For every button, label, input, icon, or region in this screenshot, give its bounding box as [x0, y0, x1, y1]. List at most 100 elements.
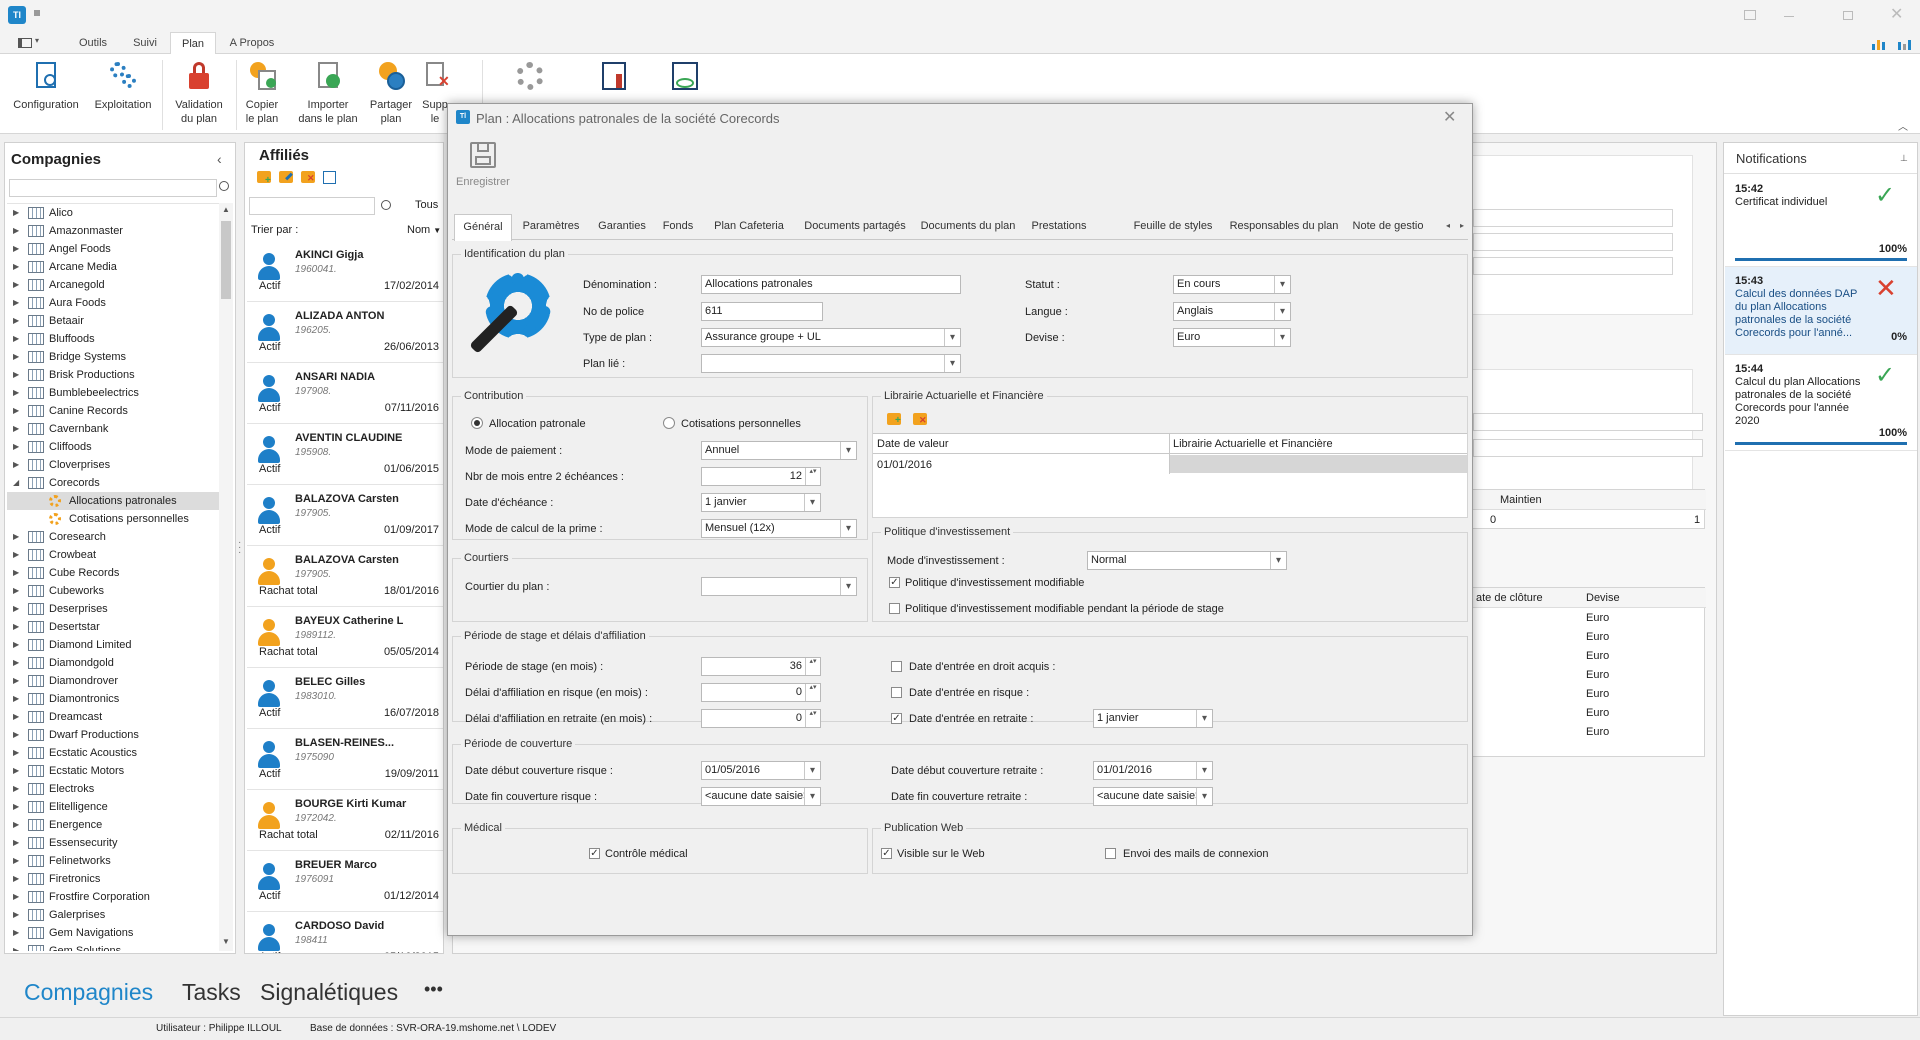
visible-web-checkbox[interactable]: ✓: [881, 848, 892, 859]
chevron-right-icon[interactable]: ▶: [13, 798, 21, 816]
close-button[interactable]: ✕: [1890, 4, 1903, 24]
tab-documents-du-plan[interactable]: Documents du plan: [918, 214, 1018, 239]
configuration-button[interactable]: Configuration: [6, 60, 86, 112]
tab-plan[interactable]: Plan: [170, 32, 216, 54]
delai-risque-stepper[interactable]: 0: [701, 683, 821, 702]
chevron-right-icon[interactable]: ▶: [13, 600, 21, 618]
nav-tasks[interactable]: Tasks: [182, 979, 241, 1006]
tab-responsables[interactable]: Responsables du plan: [1228, 214, 1340, 239]
affilie-card[interactable]: AKINCI Gigja 1960041. Actif 17/02/2014: [247, 241, 443, 302]
entree-risque-checkbox[interactable]: [891, 687, 902, 698]
add-affilie-icon[interactable]: +: [257, 171, 271, 186]
delai-retraite-stepper[interactable]: 0: [701, 709, 821, 728]
chevron-right-icon[interactable]: ▶: [13, 924, 21, 942]
tree-company-item[interactable]: ▶ Energence: [7, 816, 219, 834]
tree-company-item[interactable]: ▶ Bumblebeelectrics: [7, 384, 219, 402]
debut-retraite-select[interactable]: 01/01/2016: [1093, 761, 1213, 780]
pin-icon[interactable]: ⊥: [1900, 153, 1908, 164]
chevron-right-icon[interactable]: ▶: [13, 528, 21, 546]
tree-company-item[interactable]: ▶ Frostfire Corporation: [7, 888, 219, 906]
tree-company-item[interactable]: ▶ Elitelligence: [7, 798, 219, 816]
chevron-right-icon[interactable]: ▶: [13, 816, 21, 834]
chevron-right-icon[interactable]: ▶: [13, 708, 21, 726]
affilie-card[interactable]: BOURGE Kirti Kumar 1972042. Rachat total 02…: [247, 790, 443, 851]
tab-outils[interactable]: Outils: [72, 32, 114, 54]
chevron-right-icon[interactable]: ▶: [13, 276, 21, 294]
tab-garanties[interactable]: Garanties: [592, 214, 652, 239]
app-menu-chevron-icon[interactable]: ▾: [35, 36, 39, 45]
type-plan-select[interactable]: Assurance groupe + UL: [701, 328, 961, 347]
affilie-card[interactable]: BALAZOVA Carsten 197905. Actif 01/09/2017: [247, 485, 443, 546]
tree-company-item[interactable]: ▶ Cloverprises: [7, 456, 219, 474]
tree-company-item[interactable]: ▶ Betaair: [7, 312, 219, 330]
chevron-right-icon[interactable]: ▶: [13, 546, 21, 564]
chevron-right-icon[interactable]: ▶: [13, 672, 21, 690]
chevron-right-icon[interactable]: ▶: [13, 870, 21, 888]
tree-company-item[interactable]: ▶ Cubeworks: [7, 582, 219, 600]
chevron-right-icon[interactable]: ▶: [13, 852, 21, 870]
chevron-right-icon[interactable]: ▶: [13, 366, 21, 384]
date-echeance-select[interactable]: 1 janvier: [701, 493, 821, 512]
chevron-right-icon[interactable]: ▶: [13, 888, 21, 906]
tree-company-item[interactable]: ▶ Brisk Productions: [7, 366, 219, 384]
tree-company-item[interactable]: ▶ Crowbeat: [7, 546, 219, 564]
chevron-right-icon[interactable]: ▶: [13, 384, 21, 402]
chevron-right-icon[interactable]: ▶: [13, 618, 21, 636]
affilies-search-input[interactable]: [249, 197, 375, 215]
entree-retraite-select[interactable]: 1 janvier: [1093, 709, 1213, 728]
export-affilie-icon[interactable]: [323, 171, 336, 184]
courtier-select[interactable]: [701, 577, 857, 596]
tree-company-item[interactable]: ▶ Diamondrover: [7, 672, 219, 690]
chevron-right-icon[interactable]: ▶: [13, 438, 21, 456]
tree-company-item[interactable]: ▶ Aura Foods: [7, 294, 219, 312]
tab-a-propos[interactable]: A Propos: [224, 32, 280, 54]
delete-affilie-icon[interactable]: ✕: [301, 171, 315, 183]
tab-prestations[interactable]: Prestations: [1024, 214, 1094, 239]
report-bookmark-icon[interactable]: [602, 62, 626, 90]
chevron-right-icon[interactable]: ▶: [13, 654, 21, 672]
statut-select[interactable]: En cours: [1173, 275, 1291, 294]
affilie-card[interactable]: BALAZOVA Carsten 197905. Rachat total 18/01…: [247, 546, 443, 607]
langue-select[interactable]: Anglais: [1173, 302, 1291, 321]
allocation-patronale-radio[interactable]: [471, 417, 483, 429]
chevron-right-icon[interactable]: ▶: [13, 762, 21, 780]
exploitation-button[interactable]: Exploitation: [88, 60, 158, 112]
chevron-right-icon[interactable]: ▶: [13, 330, 21, 348]
nav-signaletiques[interactable]: Signalétiques: [260, 979, 398, 1006]
tab-suivi[interactable]: Suivi: [124, 32, 166, 54]
minimize-button[interactable]: [1744, 10, 1756, 20]
mode-investissement-select[interactable]: Normal: [1087, 551, 1287, 570]
chevron-right-icon[interactable]: ▶: [13, 402, 21, 420]
tree-plan-item[interactable]: Allocations patronales: [7, 492, 219, 510]
tree-company-item[interactable]: ▶ Ecstatic Acoustics: [7, 744, 219, 762]
tree-company-item[interactable]: ▶ Arcanegold: [7, 276, 219, 294]
affilie-card[interactable]: BELEC Gilles 1983010. Actif 16/07/2018: [247, 668, 443, 729]
chevron-right-icon[interactable]: ▶: [13, 636, 21, 654]
notification-item[interactable]: 15:43 Calcul des données DAP du plan Allo…: [1725, 267, 1917, 355]
tree-company-item[interactable]: ▶ Ecstatic Motors: [7, 762, 219, 780]
mode-paiement-select[interactable]: Annuel: [701, 441, 857, 460]
chevron-right-icon[interactable]: ▶: [13, 420, 21, 438]
validation-button[interactable]: Validation du plan: [166, 60, 232, 126]
chevron-right-icon[interactable]: ▶: [13, 744, 21, 762]
chevron-right-icon[interactable]: ▶: [13, 690, 21, 708]
tree-company-item[interactable]: ▶ Coresearch: [7, 528, 219, 546]
affilie-card[interactable]: BREUER Marco 1976091 Actif 01/12/2014: [247, 851, 443, 912]
collapse-panel-icon[interactable]: ‹: [217, 151, 222, 167]
tab-note-de-gestion[interactable]: Note de gestio: [1348, 214, 1428, 239]
tabs-prev-icon[interactable]: ◂: [1446, 221, 1450, 230]
notification-item[interactable]: 15:42 Certificat individuel ✓ 100%: [1725, 175, 1917, 267]
tree-company-item[interactable]: ▶ Gem Navigations: [7, 924, 219, 942]
devise-select[interactable]: Euro: [1173, 328, 1291, 347]
tree-company-item[interactable]: ▶ Angel Foods: [7, 240, 219, 258]
affilie-card[interactable]: BAYEUX Catherine L 1989112. Rachat total 05…: [247, 607, 443, 668]
tree-company-item[interactable]: ▶ Gem Solutions: [7, 942, 219, 951]
tree-company-item[interactable]: ▶ Electroks: [7, 780, 219, 798]
tree-company-item[interactable]: ▶ Galerprises: [7, 906, 219, 924]
app-menu-icon[interactable]: [18, 38, 32, 48]
nav-more-button[interactable]: •••: [424, 979, 443, 1000]
dialog-close-icon[interactable]: ✕: [1443, 107, 1456, 127]
tab-general[interactable]: Général: [454, 214, 512, 241]
chevron-right-icon[interactable]: ▶: [13, 942, 21, 951]
tab-plan-cafeteria[interactable]: Plan Cafeteria: [706, 214, 792, 239]
